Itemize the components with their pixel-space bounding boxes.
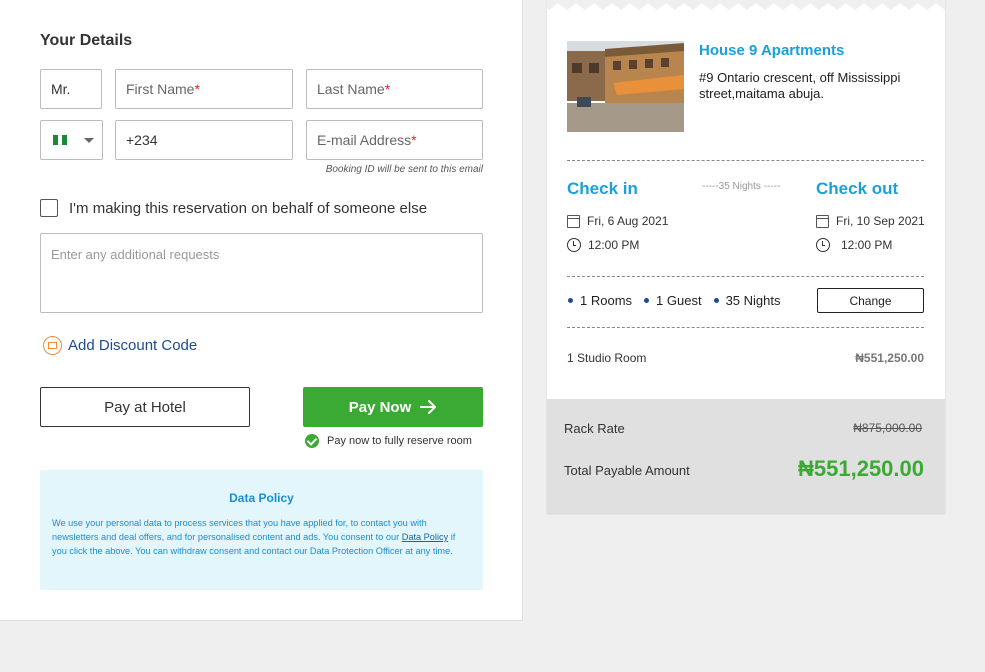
check-out-time: 12:00 PM [841,238,893,252]
discount-label: Add Discount Code [68,337,198,354]
arrow-right-icon [420,400,437,414]
add-discount-link[interactable]: Add Discount Code [43,336,197,355]
pay-now-label: Pay Now [348,398,412,416]
behalf-label: I'm making this reservation on behalf of… [69,199,428,217]
rack-rate-value: ₦875,000.00 [853,421,922,435]
last-name-field[interactable]: Last Name * [306,69,483,109]
pay-at-hotel-button[interactable]: Pay at Hotel [40,387,250,427]
total-value: ₦551,250.00 [798,456,924,481]
section-title: Your Details [40,32,133,49]
nigeria-flag-icon [53,135,68,145]
nights-count: 35 Nights [725,293,781,308]
policy-text: We use your personal data to process ser… [52,516,471,558]
check-out-title: Check out [816,179,899,198]
clock-icon [816,238,830,252]
check-in-date: Fri, 6 Aug 2021 [587,214,669,228]
change-button[interactable]: Change [817,288,924,313]
price-summary: Rack Rate ₦875,000.00 Total Payable Amou… [547,399,945,513]
clock-icon [567,238,581,252]
total-label: Total Payable Amount [564,463,690,478]
phone-field[interactable]: +234 [115,120,293,160]
required-mark: * [384,81,391,97]
additional-requests-textarea[interactable]: Enter any additional requests [40,233,483,313]
check-in-time-row: 12:00 PM [567,238,639,252]
salutation-select[interactable]: Mr. [40,69,102,109]
guest-details-panel: Your Details Mr. First Name * Last Name * … [0,0,523,621]
guests-count: 1 Guest [656,293,702,308]
phone-value: +234 [126,132,158,148]
policy-title: Data Policy [229,491,294,505]
room-line: 1 Studio Room [567,351,647,365]
booking-summary-panel: House 9 Apartments #9 Ontario crescent, … [547,0,945,513]
pay-note: Pay now to fully reserve room [305,434,472,448]
hotel-name-link[interactable]: House 9 Apartments [699,42,844,59]
pay-now-button[interactable]: Pay Now [303,387,483,427]
email-placeholder: E-mail Address [317,132,412,148]
calendar-icon [567,214,580,228]
nights-between: -----35 Nights ----- [702,181,781,192]
hotel-photo [567,41,684,132]
calendar-icon [816,214,829,228]
check-out-date-row: Fri, 10 Sep 2021 [816,214,925,228]
divider [567,160,924,161]
coupon-icon [43,336,62,355]
first-name-placeholder: First Name [126,81,195,97]
requests-placeholder: Enter any additional requests [51,247,220,262]
check-in-title: Check in [567,179,638,198]
check-in-time: 12:00 PM [588,238,640,252]
policy-text-start: We use your personal data to process ser… [52,518,427,542]
first-name-field[interactable]: First Name * [115,69,293,109]
salutation-value: Mr. [51,81,71,97]
country-code-select[interactable] [40,120,103,160]
hotel-address: #9 Ontario crescent, off Mississippi str… [699,70,901,101]
last-name-placeholder: Last Name [317,81,385,97]
check-circle-icon [305,434,319,448]
rack-rate-label: Rack Rate [564,421,625,436]
check-out-time-row: 12:00 PM [816,238,892,252]
email-hint: Booking ID will be sent to this email [325,164,483,175]
change-label: Change [849,293,892,308]
email-field[interactable]: E-mail Address * [306,120,483,160]
chevron-down-icon [84,137,94,143]
room-price: ₦551,250.00 [855,351,924,365]
rooms-chip: 1 Rooms [568,293,632,308]
stay-summary: 1 Rooms 1 Guest 35 Nights [568,293,792,308]
rooms-count: 1 Rooms [580,293,633,308]
divider [567,276,924,277]
data-policy-link[interactable]: Data Policy [402,532,448,542]
behalf-checkbox[interactable] [40,199,58,217]
check-out-date: Fri, 10 Sep 2021 [836,214,925,228]
pay-at-hotel-label: Pay at Hotel [104,398,186,416]
data-policy-box: Data Policy We use your personal data to… [40,470,483,590]
pay-note-text: Pay now to fully reserve room [327,435,472,447]
guests-chip: 1 Guest [644,293,702,308]
divider [567,327,924,328]
behalf-checkbox-row[interactable]: I'm making this reservation on behalf of… [40,199,427,217]
check-in-date-row: Fri, 6 Aug 2021 [567,214,668,228]
required-mark: * [194,81,200,97]
nights-chip: 35 Nights [713,293,781,308]
ticket-edge [547,0,945,10]
required-mark: * [411,132,417,148]
